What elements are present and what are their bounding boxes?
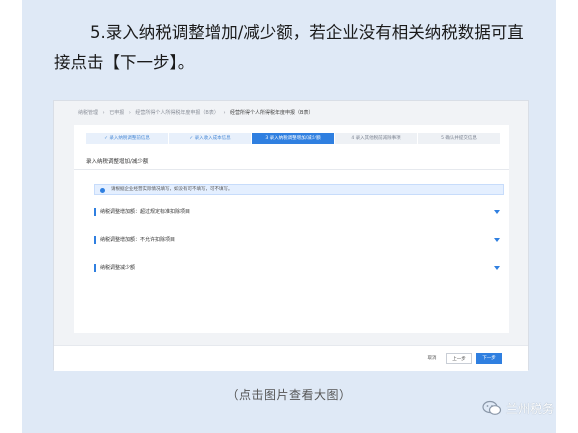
notice-text: 请根据企业经营实际情况填写，如没有可不填写，可不填写。 [111,187,233,192]
section-title: 录入纳税调整增加/减少额 [86,159,149,165]
chevron-down-icon[interactable] [494,238,500,242]
embedded-screenshot[interactable]: 纳税管理 › 已申报 › 经营所得个人所得税年度申报（B表） › 经营所得个人所… [53,100,529,371]
footer-bar: 取消 上一步 下一步 [54,345,528,371]
breadcrumb-separator: › [102,110,105,116]
chevron-down-icon[interactable] [494,210,500,214]
breadcrumb-current: 经营所得个人所得税年度申报（B表） [230,110,314,116]
breadcrumb: 纳税管理 › 已申报 › 经营所得个人所得税年度申报（B表） › 经营所得个人所… [78,109,316,116]
breadcrumb-item[interactable]: 经营所得个人所得税年度申报（B表） [135,110,218,116]
chevron-down-icon[interactable] [494,266,500,270]
breadcrumb-separator: › [128,110,131,116]
breadcrumb-item[interactable]: 已申报 [109,110,124,116]
prev-step-button[interactable]: 上一步 [446,353,472,364]
info-icon [100,187,105,193]
divider [74,169,509,170]
step-4: 4 录入其他税前减除事项 [335,133,417,144]
collapse-row-increase-over-limit[interactable]: 纳税调整增加额：超过规定标准扣除项目 [94,207,504,217]
step-3-current[interactable]: 3 录入纳税调整增加/减少额 [252,133,334,144]
instruction-text: 5.录入纳税调整增加/减少额，若企业没有相关纳税数据可直 接点击【下一步】。 [54,18,544,78]
step-5: 5 确认并提交信息 [418,133,500,144]
row-label: 纳税调整增加额：超过规定标准扣除项目 [100,209,191,215]
collapse-row-decrease[interactable]: 纳税调整减少额 [94,263,504,273]
section-marker [94,208,96,216]
watermark-text: 兰州税务 [506,401,555,416]
wechat-icon [482,400,502,415]
step-progress: ✓ 录入纳税调整前信息 ✓ 录入收入成本信息 3 录入纳税调整增加/减少额 4 … [86,133,501,144]
next-step-button[interactable]: 下一步 [476,353,502,364]
instruction-line-1: 5.录入纳税调整增加/减少额，若企业没有相关纳税数据可直 [90,23,524,42]
step-2[interactable]: ✓ 录入收入成本信息 [169,133,251,144]
breadcrumb-item[interactable]: 纳税管理 [78,110,98,116]
collapse-row-increase-not-allowed[interactable]: 纳税调整增加额：不允许扣除项目 [94,235,504,245]
form-panel: ✓ 录入纳税调整前信息 ✓ 录入收入成本信息 3 录入纳税调整增加/减少额 4 … [74,125,509,333]
row-label: 纳税调整减少额 [100,265,136,271]
info-notice: 请根据企业经营实际情况填写，如没有可不填写，可不填写。 [94,184,504,195]
section-marker [94,236,96,244]
row-label: 纳税调整增加额：不允许扣除项目 [100,237,176,243]
cancel-button[interactable]: 取消 [422,353,442,364]
watermark: 兰州税务 [482,399,554,417]
section-marker [94,264,96,272]
breadcrumb-separator: › [223,110,226,116]
instruction-line-2: 接点击【下一步】。 [54,53,195,72]
step-1[interactable]: ✓ 录入纳税调整前信息 [86,133,168,144]
